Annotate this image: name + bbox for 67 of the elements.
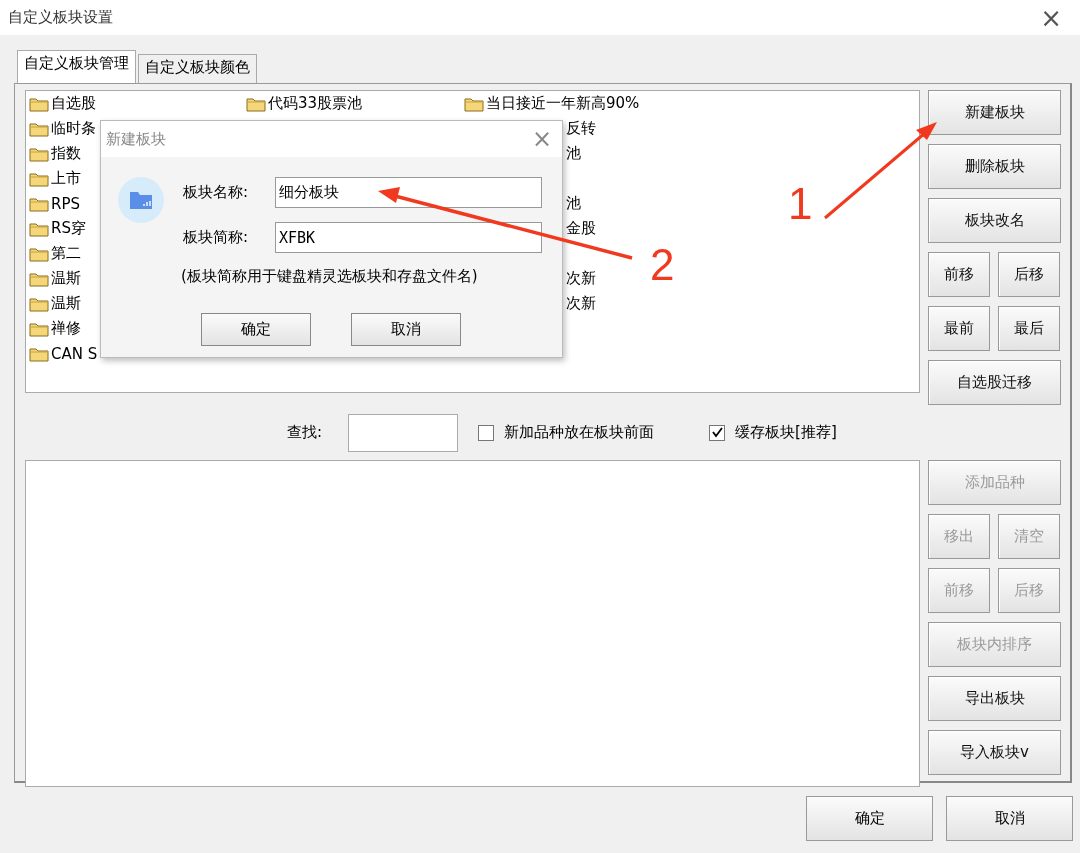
button[interactable]: 新建板块: [928, 90, 1061, 135]
folder-icon: [29, 145, 49, 162]
checkbox-label: 新加品种放在板块前面: [504, 423, 655, 442]
folder-icon: [29, 195, 49, 212]
folder-label[interactable]: 反转: [566, 119, 596, 138]
check-icon: [711, 427, 723, 438]
tab[interactable]: 自定义板块管理: [17, 50, 136, 83]
tab[interactable]: 自定义板块颜色: [138, 54, 257, 83]
folder-label[interactable]: CAN S: [51, 344, 98, 363]
folder-label[interactable]: 禅修: [51, 319, 81, 338]
annotation-number: 1: [788, 182, 813, 226]
folder-label[interactable]: 次新: [566, 269, 596, 288]
folder-icon: [29, 345, 49, 362]
folder-label[interactable]: 自选股: [51, 94, 96, 113]
search-label: 查找:: [287, 423, 323, 442]
button[interactable]: 确定: [201, 313, 311, 346]
input-field[interactable]: 细分板块: [275, 177, 542, 208]
folder-label[interactable]: RPS: [51, 194, 80, 213]
button[interactable]: 取消: [946, 796, 1073, 841]
folder-label[interactable]: 当日接近一年新高90%: [486, 94, 640, 113]
annotation-number: 2: [650, 243, 675, 287]
folder-label[interactable]: 池: [566, 194, 581, 213]
folder-icon: [29, 220, 49, 237]
folder-icon: [29, 95, 49, 112]
button[interactable]: 后移: [998, 252, 1060, 297]
folder-icon: [29, 170, 49, 187]
folder-label[interactable]: 上市: [51, 169, 81, 188]
checkbox-label: 缓存板块[推荐]: [735, 423, 837, 442]
button[interactable]: 确定: [806, 796, 933, 841]
folder-label[interactable]: 代码33股票池: [268, 94, 363, 113]
button[interactable]: 导入板块v: [928, 730, 1061, 775]
button[interactable]: 删除板块: [928, 144, 1061, 189]
input-field[interactable]: XFBK: [275, 222, 542, 253]
folder-icon: [29, 270, 49, 287]
folder-label[interactable]: 温斯: [51, 294, 81, 313]
button[interactable]: 最前: [928, 306, 990, 351]
folder-label[interactable]: 池: [566, 144, 581, 163]
dialog-title: 新建板块: [106, 129, 166, 149]
checkbox[interactable]: [709, 424, 726, 441]
folder-label[interactable]: 指数: [51, 144, 81, 163]
folder-icon: [29, 295, 49, 312]
button[interactable]: 导出板块: [928, 676, 1061, 721]
field-label: 板块简称:: [183, 228, 250, 247]
field-label: 板块名称:: [183, 183, 250, 202]
folder-label[interactable]: 临时条: [51, 119, 96, 138]
button[interactable]: 前移: [928, 252, 990, 297]
folder-label[interactable]: 第二: [51, 244, 81, 263]
checkbox[interactable]: [478, 424, 495, 441]
folder-label[interactable]: 温斯: [51, 269, 81, 288]
hint-text: (板块简称用于键盘精灵选板块和存盘文件名): [181, 267, 479, 286]
search-field[interactable]: [348, 413, 459, 452]
folder-icon: [29, 245, 49, 262]
folder-chart-icon: [118, 177, 164, 223]
folder-icon: [29, 120, 49, 137]
button[interactable]: 最后: [998, 306, 1060, 351]
folder-label[interactable]: 金股: [566, 219, 596, 238]
folder-label[interactable]: RS穿: [51, 219, 86, 238]
window-title: 自定义板块设置: [8, 8, 113, 27]
close-button[interactable]: ×: [531, 125, 552, 153]
folder-label[interactable]: 次新: [566, 294, 596, 313]
folder-icon: [29, 320, 49, 337]
folder-icon: [246, 95, 266, 112]
button[interactable]: 板块改名: [928, 198, 1061, 243]
button[interactable]: 取消: [351, 313, 461, 346]
button[interactable]: 自选股迁移: [928, 360, 1061, 405]
folder-icon: [464, 95, 484, 112]
close-button[interactable]: ×: [1040, 2, 1072, 33]
